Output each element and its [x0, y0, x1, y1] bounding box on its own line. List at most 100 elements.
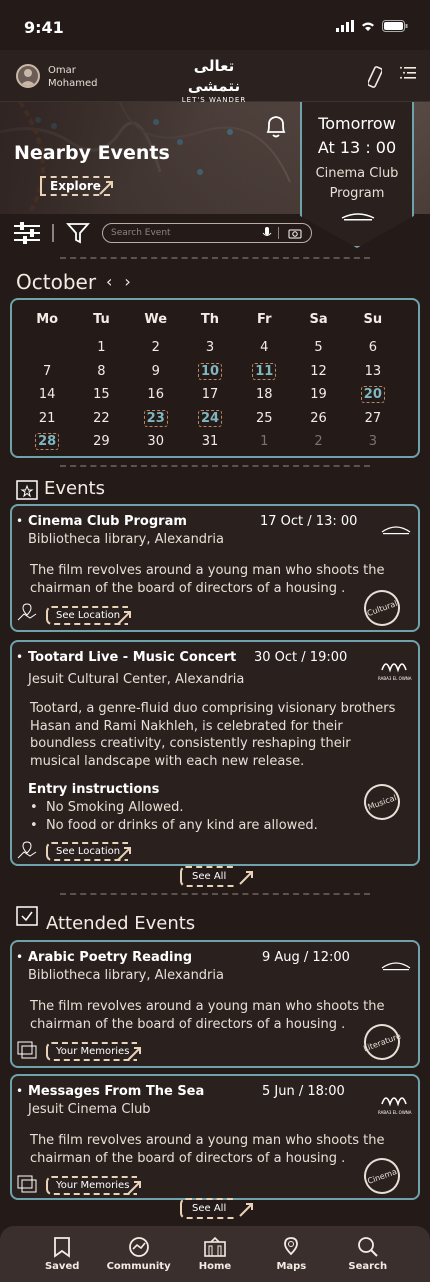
calendar-day[interactable]: 5 [291, 338, 345, 358]
calendar-day-number: 12 [310, 363, 327, 379]
organizer-logo-icon [381, 663, 407, 673]
calendar-check-icon [16, 906, 38, 926]
calendar-day-number: 10 [197, 362, 223, 380]
calendar-day[interactable]: 15 [74, 385, 128, 405]
bottom-nav: Saved Community Home Maps Search [0, 1226, 430, 1282]
nav-label: Search [348, 1261, 388, 1272]
calendar-day[interactable]: 3 [183, 338, 237, 358]
calendar-day[interactable]: 3 [346, 432, 400, 452]
nav-saved[interactable]: Saved [32, 1236, 92, 1272]
filter-divider [52, 224, 54, 242]
calendar-day[interactable]: 27 [346, 409, 400, 429]
menu-icon[interactable] [400, 66, 416, 80]
calendar-day-number: 21 [38, 410, 56, 426]
calendar-day[interactable]: 10 [183, 362, 237, 382]
calendar-day-number: 1 [260, 434, 269, 449]
calendar-day[interactable]: 14 [20, 385, 74, 405]
event-date: 17 Oct / 13: 00 [260, 514, 358, 529]
calendar-day[interactable]: 29 [74, 432, 128, 452]
event-place: Jesuit Cinema Club [28, 1102, 151, 1117]
calendar-day[interactable]: 20 [346, 385, 400, 405]
bullet-dot: • [16, 950, 24, 964]
calendar-day-number: 5 [314, 340, 323, 355]
see-all-attended-button[interactable]: See All [180, 1198, 237, 1219]
camera-icon[interactable] [288, 227, 302, 239]
calendar-day[interactable]: 26 [291, 409, 345, 429]
calendar-day[interactable]: 30 [129, 432, 183, 452]
sliders-icon[interactable] [14, 222, 42, 244]
calendar-day[interactable]: 13 [346, 362, 400, 382]
calendar-day-number: 31 [201, 434, 219, 449]
header-actions [368, 66, 416, 88]
event-place: Bibliotheca library, Alexandria [28, 968, 224, 983]
calendar-day[interactable]: 28 [20, 432, 74, 452]
entry-item: • No food or drinks of any kind are allo… [30, 818, 318, 833]
calendar-day-number: 7 [43, 363, 52, 379]
map-pin-icon [284, 1237, 299, 1256]
calendar-day[interactable]: 2 [129, 338, 183, 358]
calendar-day-number: 25 [256, 410, 273, 426]
weekday-label: Th [200, 312, 220, 327]
calendar-day[interactable]: 24 [183, 409, 237, 429]
calendar-day[interactable]: 11 [237, 362, 291, 382]
calendar-day-number: 8 [97, 363, 106, 379]
nav-home[interactable]: Home [185, 1236, 245, 1272]
calendar-day[interactable]: 19 [291, 385, 345, 405]
calendar-day[interactable]: 25 [237, 409, 291, 429]
calendar-day[interactable]: 8 [74, 362, 128, 382]
filter-icon[interactable] [66, 222, 90, 244]
event-description: The film revolves around a young man who… [30, 563, 385, 596]
app-logo: تعالى نتمشى LET'S WANDER [172, 56, 256, 104]
calendar-day[interactable]: 23 [129, 409, 183, 429]
calendar-day-number: 16 [147, 387, 164, 402]
calendar-day[interactable]: 16 [129, 385, 183, 405]
next-month-button[interactable]: › [124, 272, 142, 291]
event-title: Cinema Club Program [28, 514, 187, 529]
calendar-day[interactable]: 1 [237, 432, 291, 452]
arrow-icon [117, 611, 131, 625]
calendar-day-number: 2 [151, 340, 160, 355]
entry-instructions-title: Entry instructions [28, 782, 160, 797]
nav-community[interactable]: Community [107, 1236, 171, 1272]
calendar-day[interactable]: 18 [237, 385, 291, 405]
calendar-day-number: 3 [368, 434, 377, 449]
calendar-day-number: 19 [310, 387, 327, 402]
calendar-day[interactable]: 1 [74, 338, 128, 358]
avatar[interactable] [16, 64, 40, 88]
calendar-day[interactable]: 6 [346, 338, 400, 358]
memories-icon [17, 1175, 37, 1193]
calendar-day[interactable]: 2 [291, 432, 345, 452]
entry-item-text: No Smoking Allowed. [45, 800, 184, 815]
calendar-day[interactable]: 31 [183, 432, 237, 452]
event-title: Messages From The Sea [28, 1084, 205, 1099]
search-input[interactable]: Search Event [102, 223, 312, 243]
event-description: The film revolves around a young man who… [30, 999, 385, 1032]
calendar-day-number: 15 [93, 387, 110, 402]
calendar-day[interactable]: 21 [20, 409, 74, 429]
search-icon [357, 1237, 378, 1257]
memories-icon [17, 1041, 37, 1059]
separator [60, 465, 370, 467]
calendar-day[interactable]: 22 [74, 409, 128, 429]
your-memories-button[interactable]: Your Memories [46, 1176, 138, 1195]
calendar-day[interactable]: 12 [291, 362, 345, 382]
nav-maps[interactable]: Maps [261, 1236, 321, 1272]
separator [60, 257, 370, 259]
prev-month-button[interactable]: ‹ [106, 272, 124, 291]
calendar-day[interactable]: 7 [20, 362, 74, 382]
ticket-icon[interactable] [368, 66, 382, 88]
see-all-events-button[interactable]: See All [180, 866, 237, 887]
bell-icon[interactable] [264, 114, 288, 140]
calendar-day-number: 1 [97, 340, 106, 355]
your-memories-button[interactable]: Your Memories [46, 1042, 138, 1061]
calendar-day[interactable]: 4 [237, 338, 291, 358]
calendar-day[interactable]: 9 [129, 362, 183, 382]
nav-search[interactable]: Search [338, 1236, 398, 1272]
event-date: 5 Jun / 18:00 [262, 1084, 345, 1099]
nav-label: Home [198, 1261, 232, 1272]
calendar-day[interactable]: 17 [183, 385, 237, 405]
upcoming-event-day: Tomorrow [318, 114, 396, 133]
calendar-day-number: 20 [360, 386, 385, 403]
mic-icon[interactable] [262, 226, 272, 240]
status-icons [336, 20, 408, 32]
